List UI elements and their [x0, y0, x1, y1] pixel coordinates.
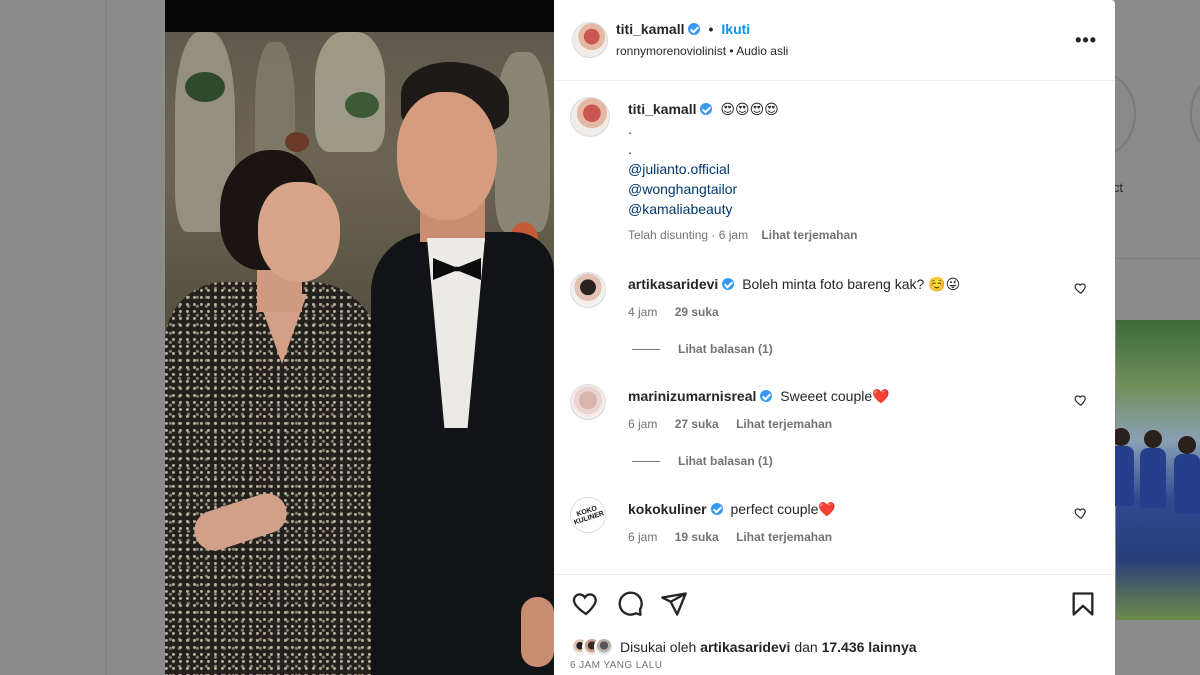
caption-dot: . — [628, 121, 632, 137]
commenter-avatar[interactable] — [570, 384, 606, 420]
heart-icon[interactable] — [572, 590, 600, 618]
likes-middle: dan — [794, 639, 818, 655]
audio-subline[interactable]: ronnymorenoviolinist • Audio asli — [616, 44, 788, 58]
view-replies-button[interactable]: Lihat balasan (1) — [632, 342, 773, 356]
post-actions-bar: Disukai oleh artikasaridevi dan 17.436 l… — [554, 574, 1115, 675]
bookmark-icon[interactable] — [1069, 590, 1097, 618]
caption-emojis: 😍😍😍😍 — [720, 101, 779, 117]
commenter-avatar[interactable]: KOKO KULINER — [570, 497, 606, 533]
verified-badge-icon — [760, 390, 773, 402]
likes-count[interactable]: 17.436 lainnya — [822, 639, 917, 655]
caption-edited-time: Telah disunting · 6 jam — [628, 228, 749, 242]
comment-likes[interactable]: 27 suka — [675, 417, 719, 431]
author-username[interactable]: titi_kamall — [616, 21, 684, 37]
replies-divider — [632, 460, 660, 462]
caption-author-avatar[interactable] — [570, 97, 610, 137]
view-replies-button[interactable]: Lihat balasan (1) — [632, 454, 773, 468]
commenter-username[interactable]: marinizumarnisreal — [628, 388, 756, 404]
caption-dot: . — [628, 141, 632, 157]
mention-link[interactable]: @wonghangtailor — [628, 179, 1088, 199]
post-timestamp[interactable]: 6 JAM YANG LALU — [570, 660, 662, 671]
more-options-icon[interactable]: ••• — [1075, 30, 1097, 51]
mention-link[interactable]: @kamaliabeauty — [628, 199, 1088, 219]
like-comment-heart-icon[interactable] — [1074, 393, 1088, 407]
view-replies-label: Lihat balasan (1) — [678, 342, 773, 356]
post-video[interactable] — [165, 0, 554, 675]
commenter-username[interactable]: kokokuliner — [628, 501, 707, 517]
caption-author-username[interactable]: titi_kamall — [628, 101, 696, 117]
verified-badge-icon — [700, 103, 713, 115]
comment-item: artikasaridevi Boleh minta foto bareng k… — [570, 272, 1100, 332]
translate-button[interactable]: Lihat terjemahan — [736, 530, 832, 544]
separator: • — [708, 21, 714, 37]
commenter-avatar[interactable] — [570, 272, 606, 308]
commenter-username[interactable]: artikasaridevi — [628, 276, 718, 292]
comment-text: perfect couple❤️ — [730, 501, 836, 517]
author-avatar[interactable] — [572, 22, 608, 58]
comment-text: Sweeet couple❤️ — [780, 388, 890, 404]
background-divider — [105, 0, 107, 675]
replies-divider — [632, 348, 660, 350]
comment-time: 4 jam — [628, 305, 658, 319]
background-post-thumbnail — [1108, 320, 1200, 620]
post-details-panel: titi_kamall • Ikuti ronnymorenoviolinist… — [554, 0, 1115, 675]
view-replies-label: Lihat balasan (1) — [678, 454, 773, 468]
verified-badge-icon — [710, 503, 723, 515]
comment-text: Boleh minta foto bareng kak? ☺️😜 — [742, 276, 961, 292]
like-comment-heart-icon[interactable] — [1074, 281, 1088, 295]
verified-badge-icon — [688, 23, 701, 35]
mention-link[interactable]: @julianto.official — [628, 159, 1088, 179]
share-icon[interactable] — [660, 590, 688, 618]
verified-badge-icon — [722, 278, 735, 290]
likes-prefix: Disukai oleh — [620, 639, 697, 655]
post-modal: titi_kamall • Ikuti ronnymorenoviolinist… — [165, 0, 1115, 675]
video-top-bar — [165, 0, 554, 32]
post-header: titi_kamall • Ikuti ronnymorenoviolinist… — [554, 0, 1115, 81]
comment-time: 6 jam — [628, 530, 658, 544]
like-comment-heart-icon[interactable] — [1074, 506, 1088, 520]
comment-likes[interactable]: 29 suka — [675, 305, 719, 319]
comment-icon[interactable] — [616, 590, 644, 618]
comment-likes[interactable]: 19 suka — [675, 530, 719, 544]
translate-button[interactable]: Lihat terjemahan — [736, 417, 832, 431]
liker-avatar — [594, 637, 614, 657]
koko-logo-text: KOKO KULINER — [573, 505, 605, 527]
translate-button[interactable]: Lihat terjemahan — [761, 228, 857, 242]
comments-section[interactable]: titi_kamall 😍😍😍😍 . . @julianto.official … — [554, 81, 1115, 574]
likes-user[interactable]: artikasaridevi — [700, 639, 790, 655]
background-divider — [1114, 258, 1200, 259]
comment-time: 6 jam — [628, 417, 658, 431]
follow-button[interactable]: Ikuti — [721, 21, 750, 37]
comment-item: KOKO KULINER kokokuliner perfect couple❤… — [570, 497, 1100, 557]
video-frame — [165, 32, 554, 675]
likes-summary: Disukai oleh artikasaridevi dan 17.436 l… — [570, 637, 917, 657]
comment-item: marinizumarnisreal Sweeet couple❤️ 6 jam… — [570, 384, 1100, 444]
